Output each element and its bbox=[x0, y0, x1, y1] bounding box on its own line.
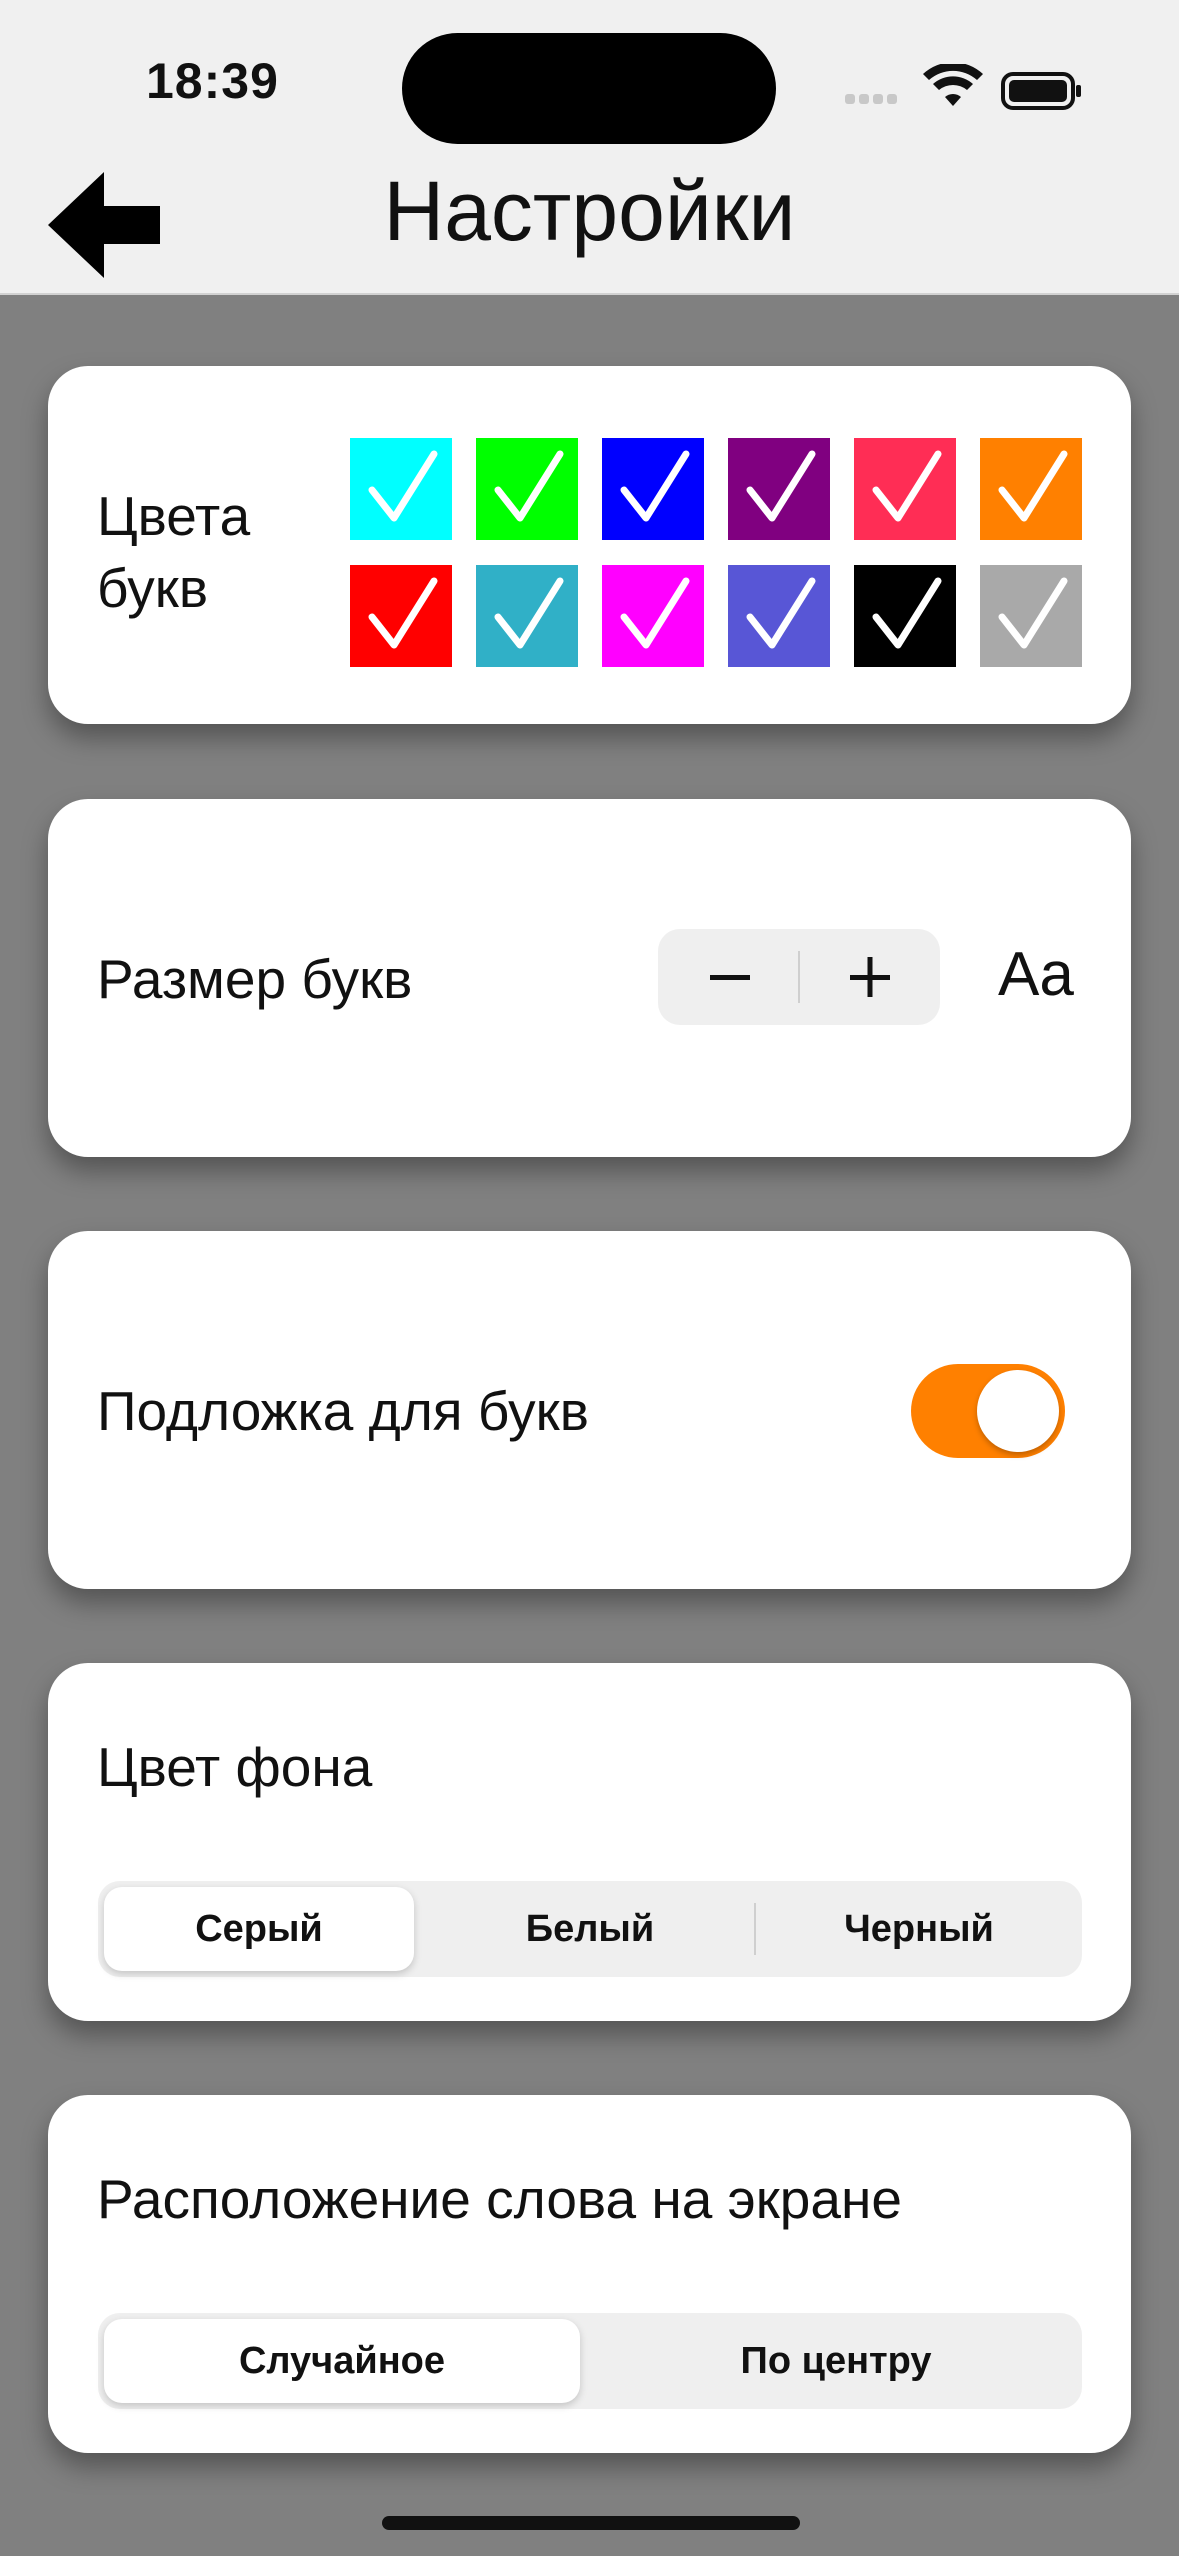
color-swatch[interactable] bbox=[980, 565, 1082, 667]
size-preview: Aa bbox=[998, 940, 1074, 1009]
checkmark-icon bbox=[998, 577, 1068, 649]
decrease-size-button[interactable] bbox=[658, 929, 798, 1025]
segment-black[interactable]: Черный bbox=[756, 1881, 1082, 1977]
increase-size-button[interactable] bbox=[800, 929, 940, 1025]
battery-icon bbox=[1001, 72, 1081, 110]
minus-icon bbox=[710, 975, 750, 980]
segment-center[interactable]: По центру bbox=[590, 2313, 1082, 2409]
letter-size-label: Размер букв bbox=[97, 948, 413, 1010]
checkmark-icon bbox=[998, 450, 1068, 522]
checkmark-icon bbox=[872, 577, 942, 649]
status-icons bbox=[845, 64, 1081, 110]
background-color-label: Цвет фона bbox=[97, 1736, 373, 1798]
checkmark-icon bbox=[494, 450, 564, 522]
color-swatch[interactable] bbox=[602, 565, 704, 667]
color-swatch[interactable] bbox=[728, 565, 830, 667]
color-swatch[interactable] bbox=[476, 565, 578, 667]
size-stepper bbox=[658, 929, 940, 1025]
letter-backing-toggle[interactable] bbox=[911, 1364, 1065, 1458]
navigation-bar: 18:39 Настройки bbox=[0, 0, 1179, 295]
checkmark-icon bbox=[494, 577, 564, 649]
status-time: 18:39 bbox=[146, 53, 279, 109]
cellular-signal-icon bbox=[845, 94, 897, 104]
checkmark-icon bbox=[746, 450, 816, 522]
checkmark-icon bbox=[620, 450, 690, 522]
color-swatch[interactable] bbox=[350, 438, 452, 540]
word-position-label: Расположение слова на экране bbox=[97, 2168, 902, 2230]
checkmark-icon bbox=[872, 450, 942, 522]
color-swatch[interactable] bbox=[854, 565, 956, 667]
plus-icon bbox=[850, 957, 890, 997]
color-swatch[interactable] bbox=[476, 438, 578, 540]
segment-white[interactable]: Белый bbox=[426, 1881, 754, 1977]
checkmark-icon bbox=[368, 577, 438, 649]
toggle-knob bbox=[977, 1370, 1059, 1452]
letter-colors-label: Цвета букв bbox=[97, 485, 251, 619]
dynamic-island bbox=[402, 33, 776, 144]
checkmark-icon bbox=[368, 450, 438, 522]
color-swatch[interactable] bbox=[854, 438, 956, 540]
checkmark-icon bbox=[620, 577, 690, 649]
segment-random[interactable]: Случайное bbox=[98, 2313, 586, 2409]
home-indicator bbox=[382, 2516, 800, 2530]
checkmark-icon bbox=[746, 577, 816, 649]
letter-size-card: Размер букв Aa bbox=[48, 799, 1131, 1157]
wifi-icon bbox=[923, 64, 983, 106]
color-swatch[interactable] bbox=[602, 438, 704, 540]
background-color-card: Цвет фона Серый Белый Черный bbox=[48, 1663, 1131, 2021]
letter-colors-card: Цвета букв bbox=[48, 366, 1131, 724]
color-swatch[interactable] bbox=[980, 438, 1082, 540]
word-position-card: Расположение слова на экране Случайное П… bbox=[48, 2095, 1131, 2453]
color-swatch[interactable] bbox=[350, 565, 452, 667]
page-title: Настройки bbox=[383, 164, 796, 258]
word-position-segmented-control: Случайное По центру bbox=[98, 2313, 1082, 2409]
letter-backing-label: Подложка для букв bbox=[97, 1380, 589, 1442]
background-color-segmented-control: Серый Белый Черный bbox=[98, 1881, 1082, 1977]
segment-gray[interactable]: Серый bbox=[98, 1881, 420, 1977]
letter-backing-card: Подложка для букв bbox=[48, 1231, 1131, 1589]
color-swatch[interactable] bbox=[728, 438, 830, 540]
